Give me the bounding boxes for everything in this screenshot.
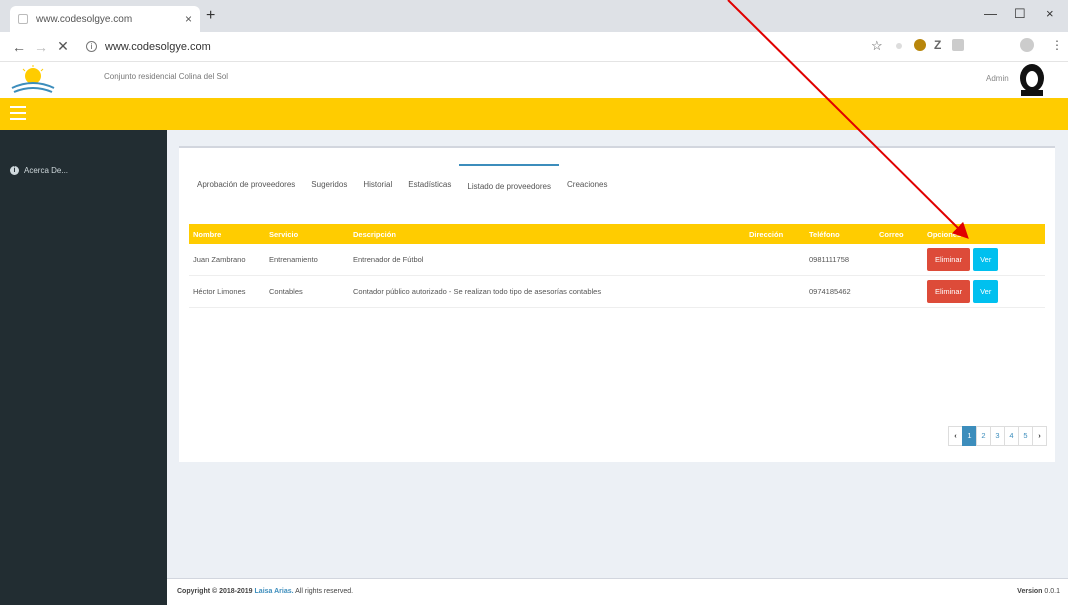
page-button-4[interactable]: 4	[1004, 426, 1019, 446]
minimize-icon[interactable]: —	[984, 6, 997, 21]
column-header-telefono: Teléfono	[805, 224, 875, 244]
cell-telefono: 0981111758	[805, 244, 875, 276]
providers-panel: Aprobación de proveedores Sugeridos Hist…	[179, 146, 1055, 462]
site-info-icon[interactable]: i	[86, 41, 97, 52]
sidebar-item-label: Acerca De...	[24, 166, 69, 175]
close-tab-icon[interactable]: ×	[185, 12, 192, 26]
app-header: Conjunto residencial Colina del Sol Admi…	[0, 62, 1068, 98]
top-nav-bar	[0, 98, 1068, 130]
tab-creaciones[interactable]: Creaciones	[559, 164, 615, 199]
prev-page-button[interactable]: ‹	[948, 426, 963, 446]
page-button-2[interactable]: 2	[976, 426, 991, 446]
column-header-opciones: Opciones	[923, 224, 1045, 244]
cell-direccion	[745, 244, 805, 276]
tab-sugeridos[interactable]: Sugeridos	[303, 164, 355, 199]
user-name[interactable]: Admin	[986, 74, 1009, 83]
user-avatar-icon[interactable]	[1016, 64, 1048, 96]
bookmark-star-icon[interactable]: ☆	[871, 38, 883, 54]
main-content: Aprobación de proveedores Sugeridos Hist…	[167, 130, 1068, 605]
sidebar: i Acerca De...	[0, 130, 167, 605]
browser-toolbar: ← → ✕ i www.codesolgye.com	[0, 32, 1068, 62]
delete-button[interactable]: Eliminar	[927, 248, 971, 271]
table-row: Juan Zambrano Entrenamiento Entrenador d…	[189, 244, 1045, 276]
maximize-icon[interactable]: ☐	[1014, 6, 1026, 22]
column-header-direccion: Dirección	[745, 224, 805, 244]
info-icon: i	[10, 166, 19, 175]
extension-z-icon[interactable]: Z	[934, 39, 946, 51]
footer: Copyright © 2018-2019 Laisa Arias. All r…	[167, 578, 1068, 605]
cell-nombre: Juan Zambrano	[189, 244, 265, 276]
cell-telefono: 0974185462	[805, 275, 875, 308]
cell-descripcion: Contador público autorizado - Se realiza…	[349, 275, 745, 308]
close-window-icon[interactable]: ×	[1046, 6, 1054, 21]
cell-correo	[875, 275, 923, 308]
cell-servicio: Entrenamiento	[265, 244, 349, 276]
profile-icon[interactable]	[1020, 38, 1034, 52]
column-header-servicio: Servicio	[265, 224, 349, 244]
browser-menu-icon[interactable]: ⋮	[1051, 38, 1063, 52]
table-row: Héctor Limones Contables Contador públic…	[189, 275, 1045, 308]
cell-nombre: Héctor Limones	[189, 275, 265, 308]
app-title: Conjunto residencial Colina del Sol	[104, 72, 229, 81]
copyright-text: Copyright © 2018-2019 Laisa Arias. All r…	[177, 588, 353, 595]
view-button[interactable]: Ver	[973, 280, 999, 303]
column-header-descripcion: Descripción	[349, 224, 745, 244]
forward-icon[interactable]: →	[30, 39, 52, 55]
colina-del-sol-logo	[11, 65, 55, 93]
tab-listado-proveedores[interactable]: Listado de proveedores	[459, 164, 559, 199]
pagination: ‹ 1 2 3 4 5 ›	[948, 426, 1047, 446]
page-button-1[interactable]: 1	[962, 426, 977, 446]
extension-dot-icon[interactable]	[896, 43, 902, 49]
hamburger-menu-icon[interactable]	[10, 106, 26, 120]
version-number: 0.0.1	[1044, 588, 1060, 595]
column-header-nombre: Nombre	[189, 224, 265, 244]
column-header-correo: Correo	[875, 224, 923, 244]
copyright-prefix: Copyright © 2018-2019	[177, 588, 253, 595]
page-favicon-icon	[18, 14, 28, 24]
delete-button[interactable]: Eliminar	[927, 280, 971, 303]
address-bar-url: www.codesolgye.com	[105, 40, 211, 53]
version-label: Version	[1017, 588, 1043, 595]
browser-tab[interactable]: www.codesolgye.com ×	[10, 6, 200, 32]
cell-descripcion: Entrenador de Fútbol	[349, 244, 745, 276]
cell-opciones: Eliminar Ver	[923, 244, 1045, 276]
tab-aprobacion-proveedores[interactable]: Aprobación de proveedores	[189, 164, 303, 199]
extension-square-icon[interactable]	[952, 39, 964, 51]
browser-tab-title: www.codesolgye.com	[36, 13, 133, 25]
view-button[interactable]: Ver	[973, 248, 999, 271]
tab-estadisticas[interactable]: Estadísticas	[400, 164, 459, 199]
stop-loading-icon[interactable]: ✕	[52, 38, 74, 55]
section-tabs: Aprobación de proveedores Sugeridos Hist…	[189, 164, 615, 199]
cell-opciones: Eliminar Ver	[923, 275, 1045, 308]
next-page-button[interactable]: ›	[1032, 426, 1047, 446]
cell-correo	[875, 244, 923, 276]
table-header-row: Nombre Servicio Descripción Dirección Te…	[189, 224, 1045, 244]
author-link[interactable]: Laisa Arias.	[255, 588, 294, 595]
cell-servicio: Contables	[265, 275, 349, 308]
address-bar[interactable]: i www.codesolgye.com	[86, 41, 211, 53]
new-tab-icon[interactable]: +	[206, 7, 215, 25]
cell-direccion	[745, 275, 805, 308]
page-button-5[interactable]: 5	[1018, 426, 1033, 446]
sidebar-item-acerca-de[interactable]: i Acerca De...	[10, 166, 68, 175]
tab-historial[interactable]: Historial	[355, 164, 400, 199]
browser-tab-strip: www.codesolgye.com × + — ☐ ×	[0, 0, 1068, 32]
back-icon[interactable]: ←	[8, 39, 30, 55]
page-button-3[interactable]: 3	[990, 426, 1005, 446]
providers-table: Nombre Servicio Descripción Dirección Te…	[189, 224, 1045, 308]
extension-honey-icon[interactable]	[914, 39, 926, 51]
rights-text: All rights reserved.	[295, 588, 354, 595]
version-info: Version 0.0.1	[1017, 588, 1060, 595]
